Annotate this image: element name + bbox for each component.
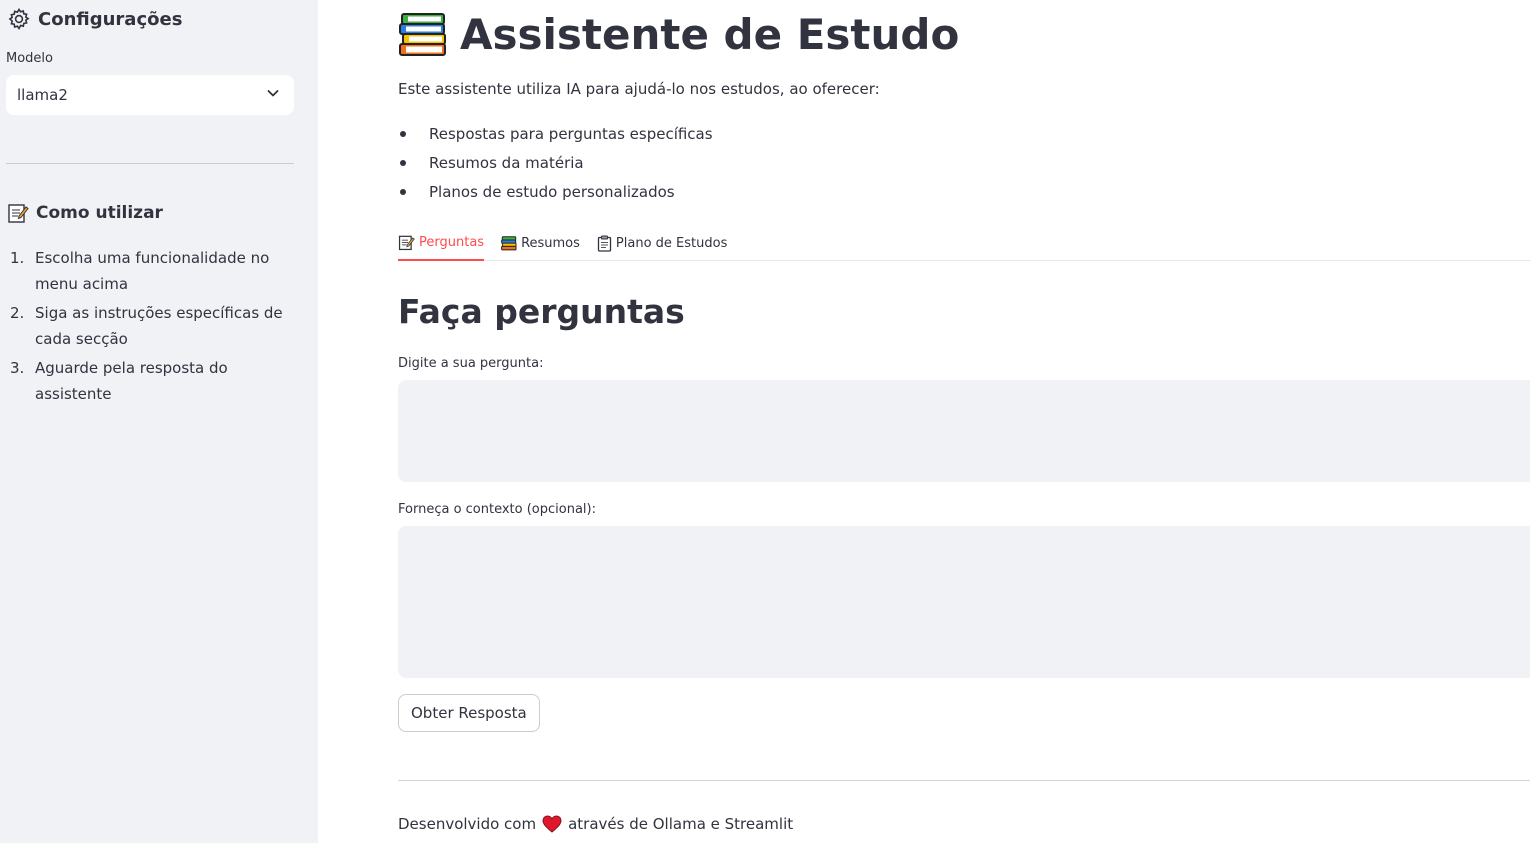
title-text: Assistente de Estudo <box>460 10 960 59</box>
bullet-icon <box>400 188 406 195</box>
howto-list: 1. Escolha uma funcionalidade no menu ac… <box>10 245 300 410</box>
model-label: Modelo <box>6 51 53 66</box>
intro-text: Este assistente utiliza IA para ajudá-lo… <box>398 80 880 98</box>
main-content: Assistente de Estudo Este assistente uti… <box>398 0 1530 843</box>
list-item: 2. Siga as instruções específicas de cad… <box>10 300 300 352</box>
step-text: Aguarde pela resposta do assistente <box>35 359 228 403</box>
question-field[interactable] <box>398 380 1530 482</box>
tab-label: Plano de Estudos <box>615 235 728 251</box>
content-divider <box>398 780 1530 781</box>
feature-text: Resumos da matéria <box>429 153 584 172</box>
list-item: Respostas para perguntas específicas <box>398 119 713 148</box>
context-field[interactable] <box>398 526 1530 678</box>
step-text: Siga as instruções específicas de cada s… <box>35 304 283 348</box>
model-select-value: llama2 <box>17 86 68 104</box>
get-answer-button[interactable]: Obter Resposta <box>398 694 540 732</box>
footer-text-before: Desenvolvido com <box>398 815 537 833</box>
memo-icon <box>7 202 29 224</box>
list-item: Planos de estudo personalizados <box>398 177 713 206</box>
howto-heading: Como utilizar <box>7 202 163 224</box>
chevron-down-icon <box>266 86 280 104</box>
list-item: 3. Aguarde pela resposta do assistente <box>10 355 300 407</box>
bullet-icon <box>400 159 406 166</box>
books-icon <box>398 12 448 58</box>
clipboard-icon <box>597 235 612 252</box>
footer-text-after: através de Ollama e Streamlit <box>568 815 794 833</box>
tab-bar: Perguntas Resumos Plano de Estudos <box>398 226 1530 261</box>
step-number: 2. <box>10 304 25 322</box>
features-list: Respostas para perguntas específicas Res… <box>398 119 713 206</box>
page-title: Assistente de Estudo <box>398 10 959 59</box>
list-item: 1. Escolha uma funcionalidade no menu ac… <box>10 245 300 297</box>
gear-icon <box>7 7 31 31</box>
feature-text: Respostas para perguntas específicas <box>429 124 713 143</box>
tab-plano-de-estudos[interactable]: Plano de Estudos <box>597 226 727 260</box>
section-title: Faça perguntas <box>398 292 685 331</box>
tab-label: Resumos <box>521 235 580 251</box>
model-select[interactable]: llama2 <box>6 75 294 115</box>
books-icon <box>501 235 517 251</box>
step-text: Escolha uma funcionalidade no menu acima <box>35 249 270 293</box>
tab-resumos[interactable]: Resumos <box>501 226 580 260</box>
memo-icon <box>398 234 415 251</box>
tab-label: Perguntas <box>419 235 485 250</box>
settings-title: Configurações <box>38 8 183 30</box>
list-item: Resumos da matéria <box>398 148 713 177</box>
bullet-icon <box>400 130 406 137</box>
heart-icon <box>542 815 562 833</box>
step-number: 1. <box>10 249 25 267</box>
context-label: Forneça o contexto (opcional): <box>398 502 596 517</box>
sidebar-divider <box>6 163 294 164</box>
feature-text: Planos de estudo personalizados <box>429 182 675 201</box>
settings-heading: Configurações <box>7 7 182 31</box>
tab-perguntas[interactable]: Perguntas <box>398 226 485 261</box>
step-number: 3. <box>10 359 25 377</box>
footer: Desenvolvido com através de Ollama e Str… <box>398 815 793 833</box>
sidebar: Configurações Modelo llama2 Como utiliza… <box>0 0 318 843</box>
question-label: Digite a sua pergunta: <box>398 356 544 371</box>
howto-title: Como utilizar <box>36 203 163 223</box>
